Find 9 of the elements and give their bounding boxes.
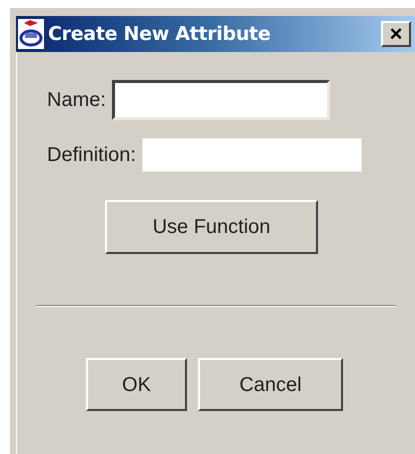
field-label: Name: bbox=[47, 88, 106, 113]
cancel-button[interactable]: Cancel bbox=[198, 358, 343, 411]
use-function-button[interactable]: Use Function bbox=[105, 200, 318, 254]
app-logo-icon bbox=[18, 19, 44, 49]
ok-button[interactable]: OK bbox=[86, 358, 187, 411]
window-title: Create New Attribute bbox=[48, 22, 270, 47]
input-field[interactable] bbox=[112, 80, 330, 120]
close-button[interactable]: × bbox=[381, 21, 411, 47]
field-label: Definition: bbox=[47, 143, 136, 168]
